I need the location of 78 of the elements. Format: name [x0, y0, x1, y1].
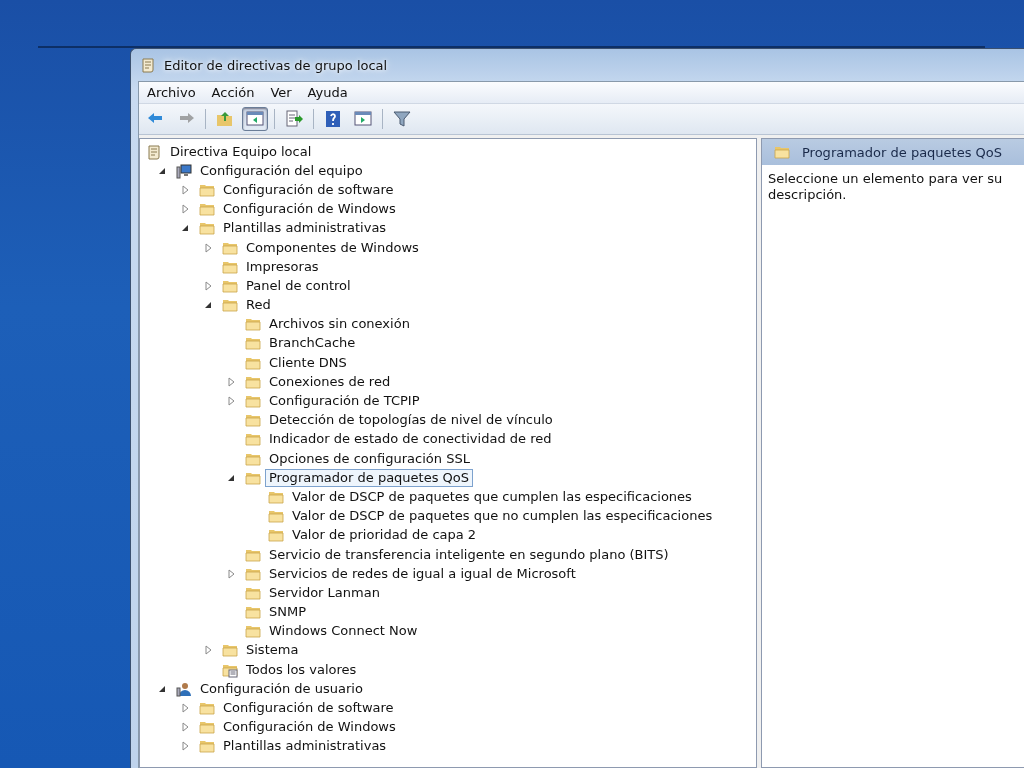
folder-icon [774, 144, 790, 160]
folder-icon [199, 220, 215, 237]
folder-icon [268, 527, 284, 544]
menu-item[interactable]: Archivo [139, 85, 204, 100]
folder-icon [199, 738, 215, 755]
tree-item[interactable]: Cliente DNS [265, 353, 351, 372]
scroll-icon [140, 57, 156, 73]
folder-icon [245, 604, 261, 621]
tree-item[interactable]: Configuración de software [219, 180, 398, 199]
export-list-icon [284, 109, 304, 129]
expand-arrow-icon[interactable] [225, 395, 237, 408]
scroll-icon [146, 143, 162, 160]
window-panel-icon [353, 109, 373, 129]
folder-icon [245, 335, 261, 352]
menu-item[interactable]: Ver [262, 85, 300, 100]
tree-item[interactable]: Servidor Lanman [265, 583, 384, 602]
tree-item[interactable]: Conexiones de red [265, 372, 395, 391]
expand-arrow-icon[interactable] [179, 183, 191, 196]
expand-arrow-icon[interactable] [202, 644, 214, 657]
tree-item[interactable]: BranchCache [265, 334, 360, 353]
window-panel-icon [245, 109, 265, 129]
tree-item[interactable]: Plantillas administrativas [219, 737, 391, 756]
tree-button[interactable] [242, 107, 268, 131]
tree-item[interactable]: Valor de DSCP de paquetes que cumplen las especificaciones [288, 487, 696, 506]
tree-item[interactable]: Panel de control [242, 276, 355, 295]
tree-item[interactable]: Detección de topologías de nivel de vínculo [265, 411, 557, 430]
expand-arrow-icon[interactable] [179, 702, 191, 715]
tree-item[interactable]: Sistema [242, 641, 303, 660]
folder-icon [222, 642, 238, 659]
filter-icon [392, 109, 412, 129]
tree-item[interactable]: Configuración del equipo [196, 161, 367, 180]
tree-item[interactable]: Plantillas administrativas [219, 219, 391, 238]
expand-arrow-icon[interactable] [225, 567, 237, 580]
description-text: Seleccione un elemento para ver su descripción. [767, 170, 1004, 204]
tree-item[interactable]: Configuración de usuario [196, 679, 367, 698]
folder-icon [245, 431, 261, 448]
tree-item[interactable]: Windows Connect Now [265, 622, 422, 641]
tree-item[interactable]: Directiva Equipo local [166, 142, 316, 161]
tree-item[interactable]: Todos los valores [242, 660, 361, 679]
menu-item[interactable]: Acción [203, 85, 263, 100]
expand-arrow-icon[interactable] [202, 241, 214, 254]
folder-icon [245, 316, 261, 333]
tree-item[interactable]: Componentes de Windows [242, 238, 423, 257]
folder-icon [222, 297, 238, 314]
tree-item[interactable]: Configuración de Windows [219, 200, 400, 219]
details-title: Programador de paquetes QoS [802, 144, 1003, 160]
window-title: Editor de directivas de grupo local [164, 57, 388, 73]
computer-icon [176, 162, 192, 179]
tree-item[interactable]: Servicio de transferencia inteligente en segundo plano (BITS) [265, 545, 673, 564]
folder-icon [245, 412, 261, 429]
folder-icon [245, 393, 261, 410]
folder-icon [199, 201, 215, 218]
tree-item[interactable]: Programador de paquetes QoS [265, 468, 474, 487]
tree-item[interactable]: Impresoras [242, 257, 323, 276]
menu-item[interactable]: Ayuda [299, 85, 356, 100]
expand-arrow-icon[interactable] [225, 375, 237, 388]
folder-icon [199, 700, 215, 717]
tree-item[interactable]: Valor de prioridad de capa 2 [288, 526, 481, 545]
expand-arrow-icon[interactable] [202, 279, 214, 292]
folder-icon [268, 508, 284, 525]
user-icon [176, 680, 192, 697]
tree-item[interactable]: Opciones de configuración SSL [265, 449, 474, 468]
tree-item[interactable]: Configuración de Windows [219, 718, 400, 737]
folder-icon [199, 719, 215, 736]
tree-item[interactable]: SNMP [265, 603, 311, 622]
tree-item[interactable]: Valor de DSCP de paquetes que no cumplen las especificaciones [288, 507, 717, 526]
expand-arrow-icon[interactable] [179, 721, 191, 734]
tree-item[interactable]: Indicador de estado de conectividad de red [265, 430, 556, 449]
expand-arrow-icon[interactable] [179, 740, 191, 753]
help-icon [323, 109, 343, 129]
tree-item[interactable]: Configuración de software [219, 699, 398, 718]
folder-icon [245, 623, 261, 640]
expand-arrow-icon[interactable] [179, 203, 191, 216]
tree-item[interactable]: Configuración de TCPIP [265, 392, 424, 411]
folder-up-icon [215, 109, 235, 129]
tree-item[interactable]: Archivos sin conexión [265, 315, 414, 334]
tree-item[interactable]: Red [242, 296, 275, 315]
tree-item[interactable]: Servicios de redes de igual a igual de Microsoft [265, 564, 580, 583]
